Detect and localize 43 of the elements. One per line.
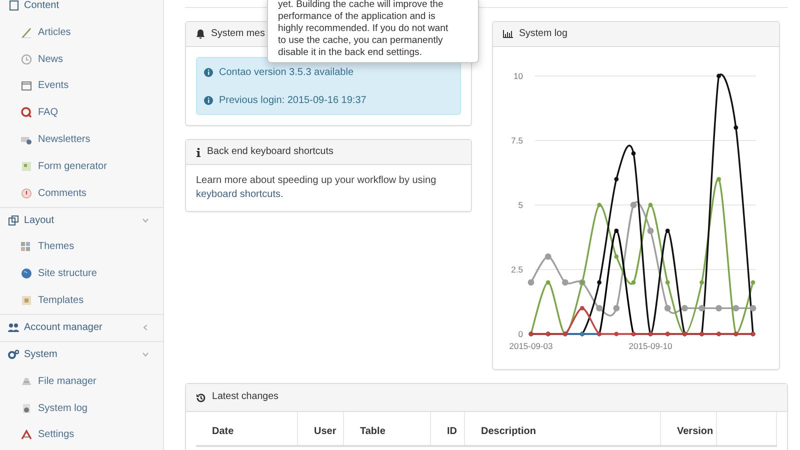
tooltip: yet. Building the cache will improve the performance of the application and is highly recommended. If you do not want to use the cache, you can permanently disable it in the back end settings.: [267, 0, 479, 63]
group-label: Content: [24, 0, 60, 13]
axis-label: 10: [514, 71, 523, 81]
panel-title: Latest changes: [212, 390, 278, 404]
column-header: Date: [196, 412, 298, 445]
panel-title: Back end keyboard shortcuts: [207, 144, 334, 159]
axis-label: 0: [518, 329, 523, 339]
axis-label: 2015-09-10: [628, 341, 672, 351]
axis-label: 2.5: [511, 264, 523, 274]
group-label: Account manager: [24, 321, 102, 336]
sidebar-item[interactable]: Form generator: [0, 152, 163, 180]
group-label: Layout: [24, 214, 54, 228]
group-label: System: [24, 348, 58, 362]
shortcuts-link[interactable]: keyboard shortcuts: [196, 189, 280, 200]
sidebar-item[interactable]: FAQ: [0, 99, 163, 126]
shortcuts-text: Learn more about speeding up your workflow by using keyboard shortcuts.: [195, 174, 438, 202]
sidebar-group[interactable]: Layout: [0, 206, 163, 234]
sidebar-item[interactable]: Themes: [0, 234, 163, 260]
column-header: Version: [661, 412, 717, 445]
sidebar-item[interactable]: Comments: [0, 180, 163, 207]
axis-label: 7.5: [511, 136, 523, 146]
sidebar-item[interactable]: Templates: [0, 287, 163, 314]
panel-title: System log: [519, 26, 568, 41]
panel-title: System mes: [211, 26, 265, 41]
sidebar-item[interactable]: Articles: [0, 19, 163, 46]
sidebar-group[interactable]: System: [0, 340, 163, 368]
sidebar-item[interactable]: News: [0, 46, 163, 73]
sidebar-group[interactable]: Content: [0, 0, 163, 19]
column-header: Description: [465, 412, 661, 445]
column-header: Table: [344, 412, 431, 445]
sidebar-item[interactable]: Events: [0, 72, 163, 100]
sidebar-group[interactable]: Account manager: [0, 314, 163, 341]
column-header: User: [298, 412, 344, 445]
sidebar-item[interactable]: Settings: [0, 422, 163, 448]
sidebar-item[interactable]: Newsletters: [0, 126, 163, 153]
sidebar-item[interactable]: File manager: [0, 368, 163, 395]
sidebar-item[interactable]: Site structure: [0, 260, 163, 288]
axis-label: 2015-09-03: [509, 341, 553, 351]
alert-message: Previous login: 2015-09-16 19:37: [219, 94, 366, 108]
column-header: ID: [431, 412, 465, 445]
alert-message: Contao version 3.5.3 available: [219, 66, 354, 80]
axis-label: 5: [518, 200, 523, 210]
sidebar-item[interactable]: System log: [0, 394, 163, 422]
